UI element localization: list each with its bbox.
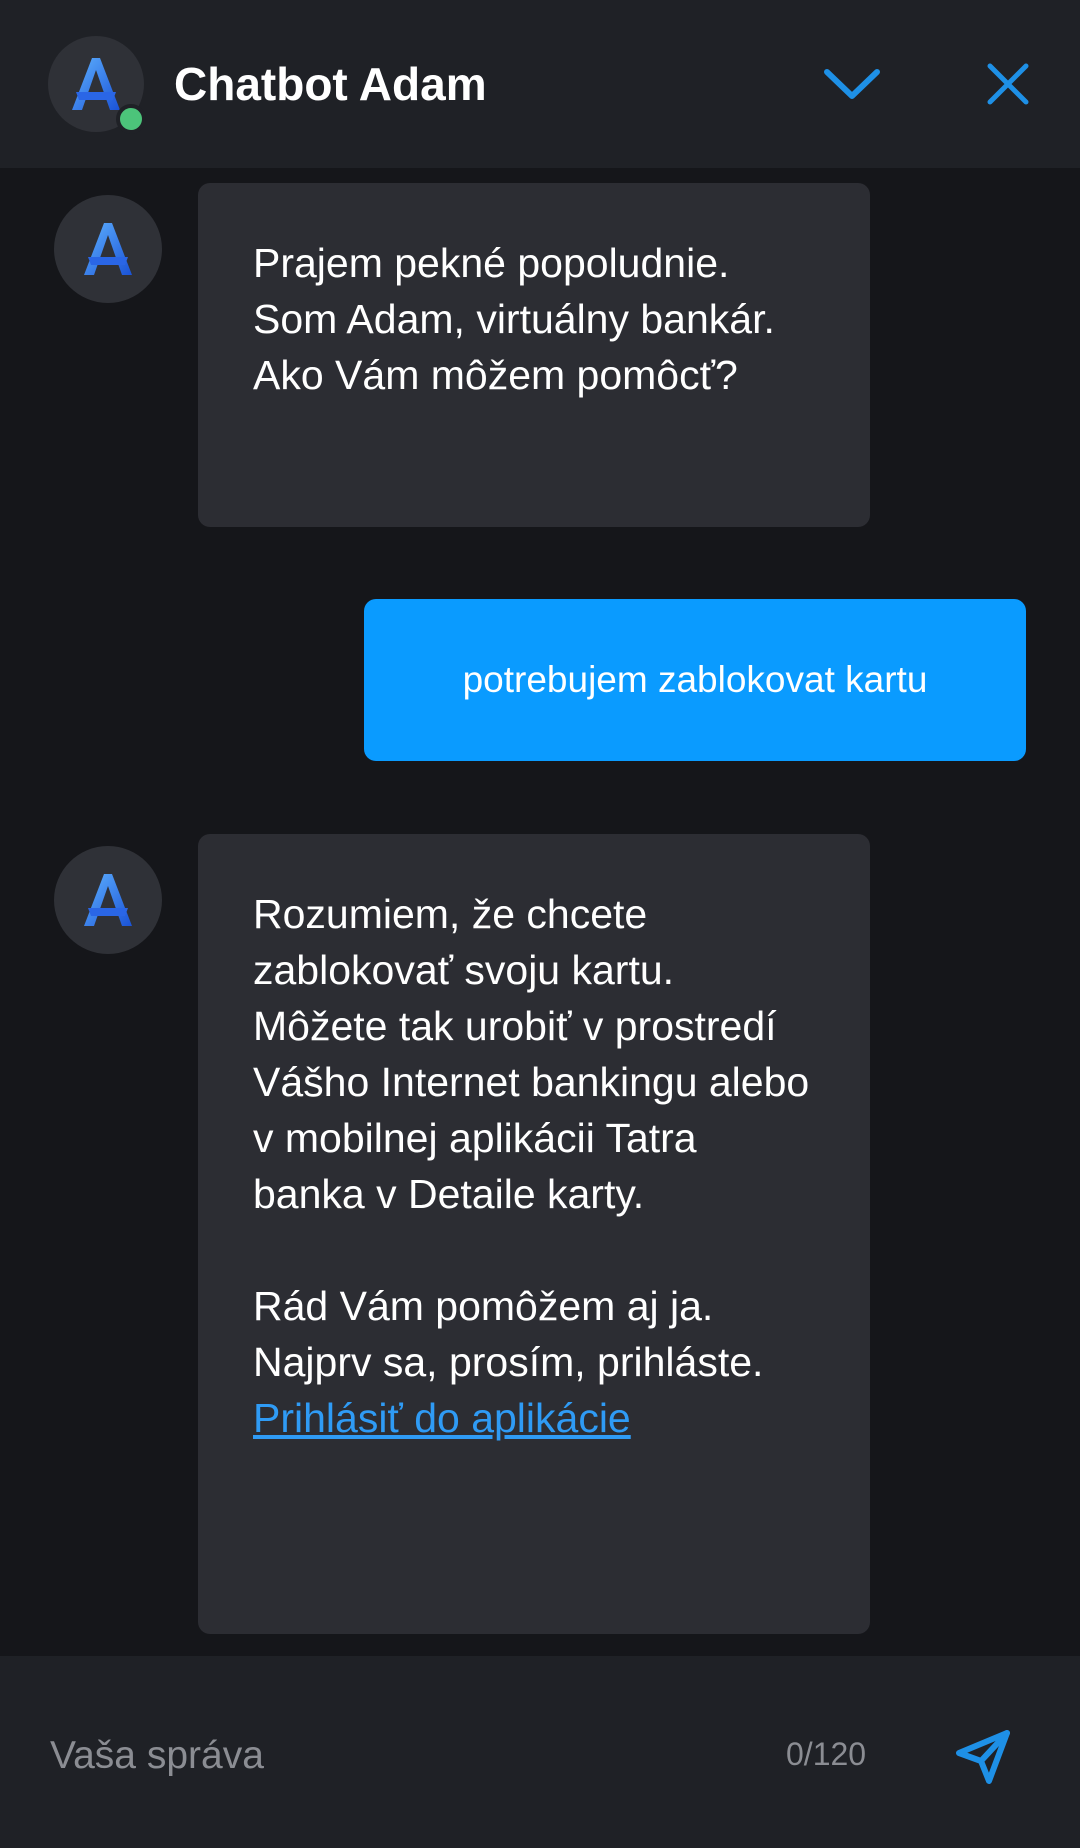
close-icon: [987, 63, 1029, 105]
adam-logo-icon: [84, 223, 132, 275]
close-button[interactable]: [978, 54, 1038, 114]
bot-message-text: Rád Vám pomôžem aj ja. Najprv sa, prosím…: [253, 1283, 764, 1385]
online-status-dot: [116, 104, 146, 134]
adam-logo-icon: [72, 58, 120, 110]
user-message-bubble: potrebujem zablokovat kartu: [364, 599, 1026, 761]
bot-message-avatar: [54, 846, 162, 954]
login-link[interactable]: Prihlásiť do aplikácie: [253, 1390, 631, 1446]
bot-message-text: Rozumiem, že chcete zablokovať svoju kar…: [253, 891, 810, 1217]
bot-message-bubble: Prajem pekné popoludnie. Som Adam, virtu…: [198, 183, 870, 527]
chevron-down-icon: [824, 69, 880, 99]
send-icon: [956, 1730, 1010, 1784]
bot-message-bubble: Rozumiem, že chcete zablokovať svoju kar…: [198, 834, 870, 1634]
bot-message-text: Prajem pekné popoludnie. Som Adam, virtu…: [253, 240, 775, 398]
send-button[interactable]: [950, 1724, 1016, 1790]
message-composer: 0/120: [0, 1656, 1080, 1848]
adam-logo-icon: [84, 874, 132, 926]
user-message-text: potrebujem zablokovat kartu: [462, 659, 928, 700]
bot-message-avatar: [54, 195, 162, 303]
minimize-button[interactable]: [822, 54, 882, 114]
message-input[interactable]: [50, 1726, 750, 1786]
chat-title: Chatbot Adam: [174, 58, 487, 110]
chat-header: Chatbot Adam: [0, 0, 1080, 168]
character-counter: 0/120: [786, 1736, 867, 1772]
